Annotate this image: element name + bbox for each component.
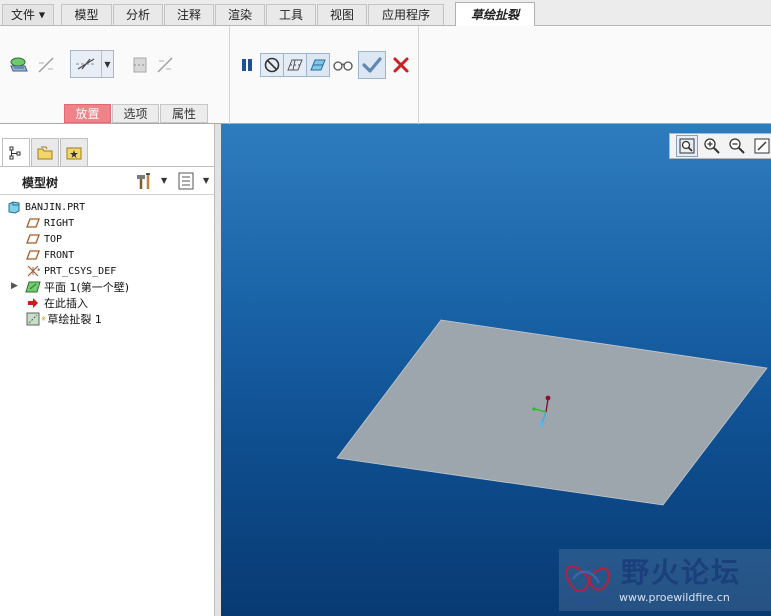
- forum-watermark: 野火论坛 www.proewildfire.cn: [559, 549, 771, 611]
- svg-text:*: *: [37, 267, 41, 275]
- separate-preview-icon: [287, 59, 303, 71]
- rip-region-icon: [133, 57, 147, 73]
- ribbon-tab-bar: 文件 ▼ 模型 分析 注释 渲染 工具 视图 应用程序 草绘扯裂: [0, 0, 771, 27]
- tab-model-tree[interactable]: [2, 138, 30, 167]
- watermark-url: www.proewildfire.cn: [619, 591, 730, 604]
- surface-rip-icon: [10, 57, 28, 72]
- tree-item-sketched-rip[interactable]: ✳ 草绘扯裂 1: [25, 311, 102, 327]
- sheet-metal-plate[interactable]: [221, 124, 771, 616]
- model-tree-title: 模型树: [22, 176, 59, 190]
- tab-favorites[interactable]: [60, 138, 88, 166]
- ribbon-group-divider: [418, 26, 419, 124]
- tree-item-label: 在此插入: [44, 297, 88, 310]
- tab-sketched-rip[interactable]: 草绘扯裂: [455, 2, 535, 27]
- separate-preview-button[interactable]: [283, 53, 307, 77]
- tree-item-label: PRT_CSYS_DEF: [44, 265, 117, 277]
- tab-annotate[interactable]: 注释: [164, 4, 214, 25]
- tree-item-right-plane[interactable]: RIGHT: [25, 215, 74, 231]
- watermark-title: 野火论坛: [621, 556, 742, 589]
- glasses-icon: [333, 61, 353, 71]
- model-tree-header: 模型树 ▼ ▼: [0, 167, 214, 195]
- tab-model[interactable]: 模型: [61, 4, 112, 25]
- tree-item-top-plane[interactable]: TOP: [25, 231, 62, 247]
- tree-item-front-plane[interactable]: FRONT: [25, 247, 74, 263]
- tree-item-label: FRONT: [44, 249, 75, 261]
- rip-method-split-button[interactable]: ▼: [70, 50, 114, 78]
- tab-analysis[interactable]: 分析: [113, 4, 163, 25]
- model-tree-icon: [9, 146, 21, 160]
- tree-settings-button[interactable]: [134, 171, 156, 191]
- glasses-preview-button[interactable]: [331, 53, 355, 77]
- tree-item-part[interactable]: BANJIN.PRT: [6, 199, 85, 215]
- folder-icon: [37, 146, 53, 159]
- planar-wall-icon: [25, 280, 41, 294]
- tab-render[interactable]: 渲染: [215, 4, 265, 25]
- tree-item-planar-wall[interactable]: 平面 1(第一个壁): [25, 279, 129, 295]
- tree-item-csys[interactable]: * PRT_CSYS_DEF: [25, 263, 116, 279]
- verify-preview-icon: [310, 59, 326, 71]
- no-preview-button[interactable]: [260, 53, 284, 77]
- tree-item-label: TOP: [44, 233, 63, 245]
- tab-view[interactable]: 视图: [317, 4, 367, 25]
- tab-folder-browser[interactable]: [31, 138, 59, 166]
- tree-item-label: 草绘扯裂 1: [47, 313, 102, 326]
- hammer-wrench-icon: [137, 173, 150, 189]
- active-feature-star-icon: ✳: [41, 314, 47, 324]
- tab-applications[interactable]: 应用程序: [368, 4, 444, 25]
- chevron-down-icon[interactable]: ▼: [102, 51, 113, 77]
- subtab-placement[interactable]: 放置: [64, 104, 111, 123]
- ok-button[interactable]: [358, 51, 386, 79]
- expand-arrow-icon[interactable]: ▶: [11, 281, 18, 291]
- pause-icon: [242, 59, 252, 71]
- file-menu[interactable]: 文件 ▼: [2, 4, 54, 25]
- panel-sash[interactable]: [214, 124, 221, 616]
- no-preview-icon: [264, 57, 280, 73]
- cancel-button[interactable]: [389, 53, 413, 77]
- list-icon: [178, 172, 194, 190]
- rip-type-button[interactable]: [8, 53, 32, 77]
- datum-plane-icon: [25, 216, 41, 230]
- csys-icon: *: [25, 264, 41, 278]
- datum-plane-icon: [25, 248, 41, 262]
- edge-rip-icon: [157, 57, 173, 73]
- subtab-properties[interactable]: 属性: [160, 104, 208, 123]
- part-icon: [6, 200, 22, 214]
- check-icon: [362, 57, 382, 73]
- tree-display-button[interactable]: [177, 171, 195, 191]
- graphics-window[interactable]: 野火论坛 www.proewildfire.cn: [221, 124, 771, 616]
- edge-rip-icon: [38, 57, 54, 73]
- chevron-down-icon: ▼: [38, 10, 45, 20]
- datum-plane-icon: [25, 232, 41, 246]
- chevron-down-icon[interactable]: ▼: [161, 176, 167, 185]
- rip-direction-button[interactable]: [128, 53, 152, 77]
- sketched-rip-icon: [25, 312, 41, 326]
- rip-flip-button[interactable]: [153, 53, 177, 77]
- close-icon: [393, 57, 409, 73]
- verify-preview-button[interactable]: [306, 53, 330, 77]
- subtab-options[interactable]: 选项: [112, 104, 159, 123]
- file-menu-label: 文件: [11, 8, 36, 22]
- tree-item-insert-here[interactable]: 在此插入: [25, 295, 88, 311]
- insert-here-arrow-icon: [25, 296, 41, 310]
- navigator-panel: 模型树 ▼ ▼ BANJIN.PRT RIGHT TOP FRONT * PRT…: [0, 124, 221, 616]
- tree-item-label: RIGHT: [44, 217, 75, 229]
- sketch-rip-method-icon: [76, 58, 96, 70]
- feature-dashboard: ▼ 放置 选项 属性: [0, 26, 771, 124]
- tab-tools[interactable]: 工具: [266, 4, 316, 25]
- rip-edge-button[interactable]: [34, 53, 58, 77]
- ribbon-group-divider: [229, 26, 230, 124]
- tree-item-label: BANJIN.PRT: [25, 201, 86, 213]
- favorites-folder-icon: [66, 147, 82, 159]
- chevron-down-icon[interactable]: ▼: [203, 176, 209, 185]
- pause-button[interactable]: [235, 53, 259, 77]
- tree-item-label: 平面 1(第一个壁): [44, 281, 130, 294]
- rip-method-main[interactable]: [71, 51, 102, 77]
